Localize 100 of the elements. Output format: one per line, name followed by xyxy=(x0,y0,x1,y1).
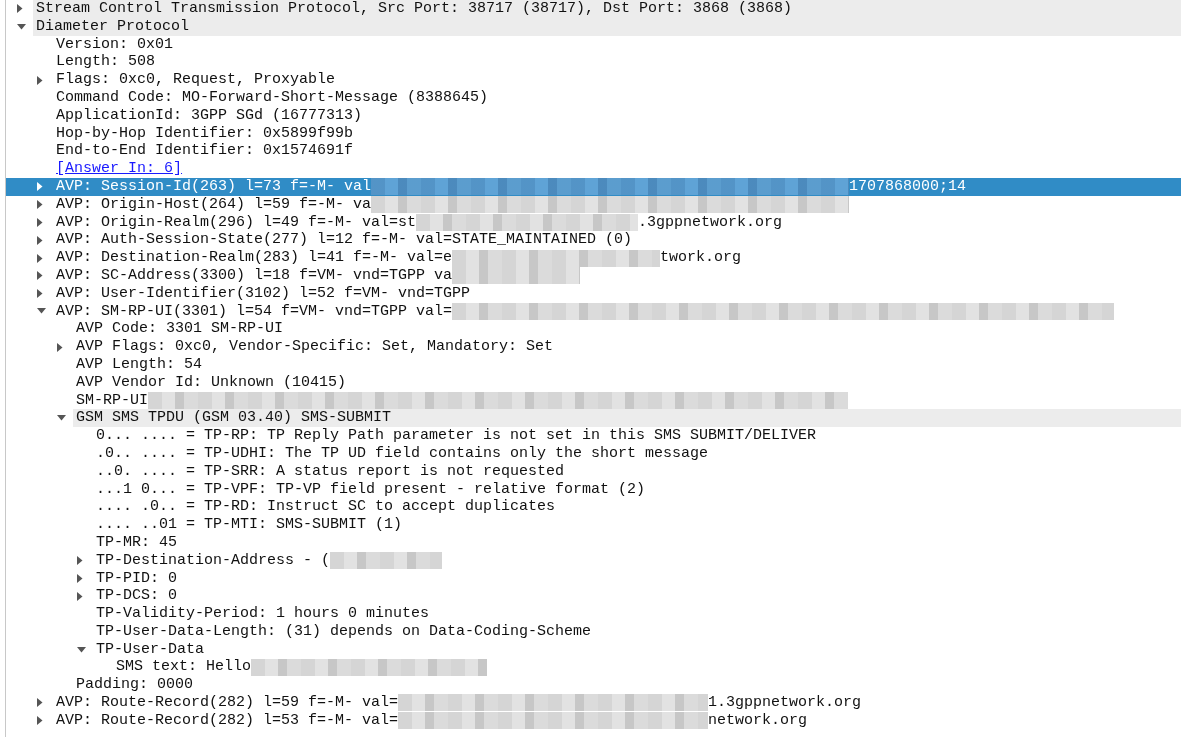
row-text: Hop-by-Hop Identifier: 0x5899f99b xyxy=(56,124,354,143)
row-text: 1.3gppnetwork.org xyxy=(708,694,862,712)
tree-row[interactable]: Flags: 0xc0, Request, Proxyable xyxy=(6,71,1181,89)
tree-row[interactable]: ...1 0... = TP-VPF: TP-VP field present - relative format (2) xyxy=(6,480,1181,499)
tree-row[interactable]: TP-DCS: 0 xyxy=(6,587,1181,606)
tree-row[interactable]: 0... .... = TP-RP: TP Reply Path parameter is not set in this SMS SUBMIT/DELIVER xyxy=(6,427,1181,445)
collapsed-caret-icon[interactable] xyxy=(37,698,43,708)
row-text: Stream Control Transmission Protocol, Src Port: 38717 (38717), Dst Port: 3868 (3868) xyxy=(36,0,793,18)
row-text: TP-Destination-Address - ( xyxy=(96,551,331,570)
row-text: Length: 508 xyxy=(56,53,156,72)
row-text: TP-Validity-Period: 1 hours 0 minutes xyxy=(96,605,430,623)
row-text: TP-User-Data xyxy=(96,640,205,659)
row-text: ...1 0... = TP-VPF: TP-VP field present - relative format (2) xyxy=(96,480,646,499)
row-text: AVP: SC-Address(3300) l=18 f=VM- vnd=TGPP va xyxy=(56,266,453,285)
row-text: Flags: 0xc0, Request, Proxyable xyxy=(56,71,336,89)
answer-link[interactable]: [Answer In: 6] xyxy=(56,160,183,178)
tree-row[interactable]: AVP Code: 3301 SM-RP-UI xyxy=(6,320,1181,339)
row-text: TP-PID: 0 xyxy=(96,569,177,588)
tree-row[interactable]: .0.. .... = TP-UDHI: The TP UD field contains only the short message xyxy=(6,444,1181,463)
row-text: AVP: Destination-Realm(283) l=41 f=-M- val=e xyxy=(56,249,453,267)
collapsed-caret-icon[interactable] xyxy=(17,4,23,14)
row-text: network.org xyxy=(708,711,808,730)
row-text: AVP: Origin-Realm(296) l=49 f=-M- val=st xyxy=(56,213,417,232)
row-text: AVP Flags: 0xc0, Vendor-Specific: Set, Mandatory: Set xyxy=(76,338,554,356)
tree-row[interactable]: AVP: Origin-Host(264) l=59 f=-M- va xyxy=(6,195,1181,214)
row-text: .0.. .... = TP-UDHI: The TP UD field contains only the short message xyxy=(96,444,709,463)
tree-row[interactable]: AVP Flags: 0xc0, Vendor-Specific: Set, Mandatory: Set xyxy=(6,338,1181,356)
collapsed-caret-icon[interactable] xyxy=(37,75,43,85)
collapsed-caret-icon[interactable] xyxy=(77,556,83,566)
row-text: SM-RP-UI xyxy=(76,391,148,410)
tree-row[interactable]: GSM SMS TPDU (GSM 03.40) SMS-SUBMIT xyxy=(6,409,1181,428)
row-text: AVP: Session-Id(263) l=73 f=-M- val xyxy=(56,177,372,196)
tree-row[interactable]: ..0. .... = TP-SRR: A status report is not requested xyxy=(6,462,1181,481)
collapsed-caret-icon[interactable] xyxy=(77,573,83,583)
row-text: AVP: Origin-Host(264) l=59 f=-M- va xyxy=(56,195,372,214)
row-text: Padding: 0000 xyxy=(76,676,194,695)
tree-row[interactable]: Stream Control Transmission Protocol, Src Port: 38717 (38717), Dst Port: 3868 (3868) xyxy=(6,0,1181,18)
collapsed-caret-icon[interactable] xyxy=(37,271,43,281)
row-text: TP-DCS: 0 xyxy=(96,587,177,606)
row-text: ..0. .... = TP-SRR: A status report is not requested xyxy=(96,462,565,481)
row-text: Version: 0x01 xyxy=(56,35,174,54)
tree-row[interactable]: AVP: Route-Record(282) l=59 f=-M- val= 1.3gppnetwork.org xyxy=(6,694,1181,712)
collapsed-caret-icon[interactable] xyxy=(77,591,83,601)
collapsed-caret-icon[interactable] xyxy=(37,289,43,299)
row-text: Diameter Protocol xyxy=(36,17,190,36)
collapsed-caret-icon[interactable] xyxy=(37,716,43,726)
tree-row[interactable]: AVP: User-Identifier(3102) l=52 f=VM- vnd=TGPP xyxy=(6,284,1181,303)
tree-row[interactable]: AVP: Origin-Realm(296) l=49 f=-M- val=st .3gppnetwork.org xyxy=(6,213,1181,232)
row-text: ApplicationId: 3GPP SGd (16777313) xyxy=(56,106,363,125)
row-text: twork.org xyxy=(660,249,742,267)
tree-row[interactable]: Version: 0x01 xyxy=(6,35,1181,54)
row-text: 0... .... = TP-RP: TP Reply Path parameter is not set in this SMS SUBMIT/DELIVER xyxy=(96,427,817,445)
tree-row[interactable]: Padding: 0000 xyxy=(6,676,1181,695)
row-text: AVP Code: 3301 SM-RP-UI xyxy=(76,320,284,339)
tree-row[interactable]: AVP: SM-RP-UI(3301) l=54 f=VM- vnd=TGPP val= xyxy=(6,302,1181,321)
row-text: AVP: SM-RP-UI(3301) l=54 f=VM- vnd=TGPP val= xyxy=(56,302,453,321)
tree-row[interactable]: SMS text: Hello xyxy=(6,658,1181,677)
tree-row[interactable]: [Answer In: 6] xyxy=(6,160,1181,178)
tree-row[interactable]: SM-RP-UI xyxy=(6,391,1181,410)
expanded-caret-icon[interactable] xyxy=(37,308,46,315)
tree-row[interactable]: AVP Length: 54 xyxy=(6,355,1181,374)
tree-row[interactable]: AVP: Session-Id(263) l=73 f=-M- val 1707868000;14 xyxy=(6,177,1181,196)
row-text: End-to-End Identifier: 0x1574691f xyxy=(56,142,354,161)
row-text: TP-MR: 45 xyxy=(96,533,177,552)
tree-row[interactable]: TP-MR: 45 xyxy=(6,533,1181,552)
collapsed-caret-icon[interactable] xyxy=(37,253,43,263)
expanded-caret-icon[interactable] xyxy=(17,23,26,30)
tree-row[interactable]: AVP: Destination-Realm(283) l=41 f=-M- val=e twork.org xyxy=(6,249,1181,267)
row-text: .... .0.. = TP-RD: Instruct SC to accept duplicates xyxy=(96,498,556,517)
expanded-caret-icon[interactable] xyxy=(57,415,66,422)
tree-row[interactable]: AVP: Route-Record(282) l=53 f=-M- val= network.org xyxy=(6,711,1181,730)
tree-row[interactable]: AVP Vendor Id: Unknown (10415) xyxy=(6,373,1181,392)
row-text: AVP Length: 54 xyxy=(76,355,203,374)
tree-row[interactable]: TP-Destination-Address - ( xyxy=(6,551,1181,570)
expanded-caret-icon[interactable] xyxy=(77,646,86,653)
collapsed-caret-icon[interactable] xyxy=(37,200,43,210)
tree-row[interactable]: TP-User-Data xyxy=(6,640,1181,659)
tree-row[interactable]: AVP: Auth-Session-State(277) l=12 f=-M- val=STATE_MAINTAINED (0) xyxy=(6,231,1181,250)
row-text: AVP: Auth-Session-State(277) l=12 f=-M- val=STATE_MAINTAINED (0) xyxy=(56,231,633,250)
tree-row[interactable]: Command Code: MO-Forward-Short-Message (8388645) xyxy=(6,89,1181,107)
row-text: GSM SMS TPDU (GSM 03.40) SMS-SUBMIT xyxy=(76,409,392,428)
tree-row[interactable]: TP-Validity-Period: 1 hours 0 minutes xyxy=(6,605,1181,623)
tree-row[interactable]: .... .0.. = TP-RD: Instruct SC to accept duplicates xyxy=(6,498,1181,517)
tree-row[interactable]: AVP: SC-Address(3300) l=18 f=VM- vnd=TGPP va xyxy=(6,266,1181,285)
row-text: AVP: Route-Record(282) l=59 f=-M- val= xyxy=(56,694,399,712)
collapsed-caret-icon[interactable] xyxy=(37,182,43,192)
row-text: AVP: Route-Record(282) l=53 f=-M- val= xyxy=(56,711,399,730)
row-text: SMS text: Hello xyxy=(116,658,252,677)
tree-row[interactable]: TP-User-Data-Length: (31) depends on Data-Coding-Scheme xyxy=(6,622,1181,641)
tree-row[interactable]: Hop-by-Hop Identifier: 0x5899f99b xyxy=(6,124,1181,143)
row-text: AVP: User-Identifier(3102) l=52 f=VM- vnd=TGPP xyxy=(56,284,471,303)
tree-row[interactable]: Length: 508 xyxy=(6,53,1181,72)
tree-row[interactable]: .... ..01 = TP-MTI: SMS-SUBMIT (1) xyxy=(6,516,1181,534)
collapsed-caret-icon[interactable] xyxy=(57,342,63,352)
collapsed-caret-icon[interactable] xyxy=(37,217,43,227)
collapsed-caret-icon[interactable] xyxy=(37,235,43,245)
tree-row[interactable]: TP-PID: 0 xyxy=(6,569,1181,588)
row-text: 1707868000;14 xyxy=(849,177,967,196)
tree-row[interactable]: End-to-End Identifier: 0x1574691f xyxy=(6,142,1181,161)
tree-row[interactable]: ApplicationId: 3GPP SGd (16777313) xyxy=(6,106,1181,125)
